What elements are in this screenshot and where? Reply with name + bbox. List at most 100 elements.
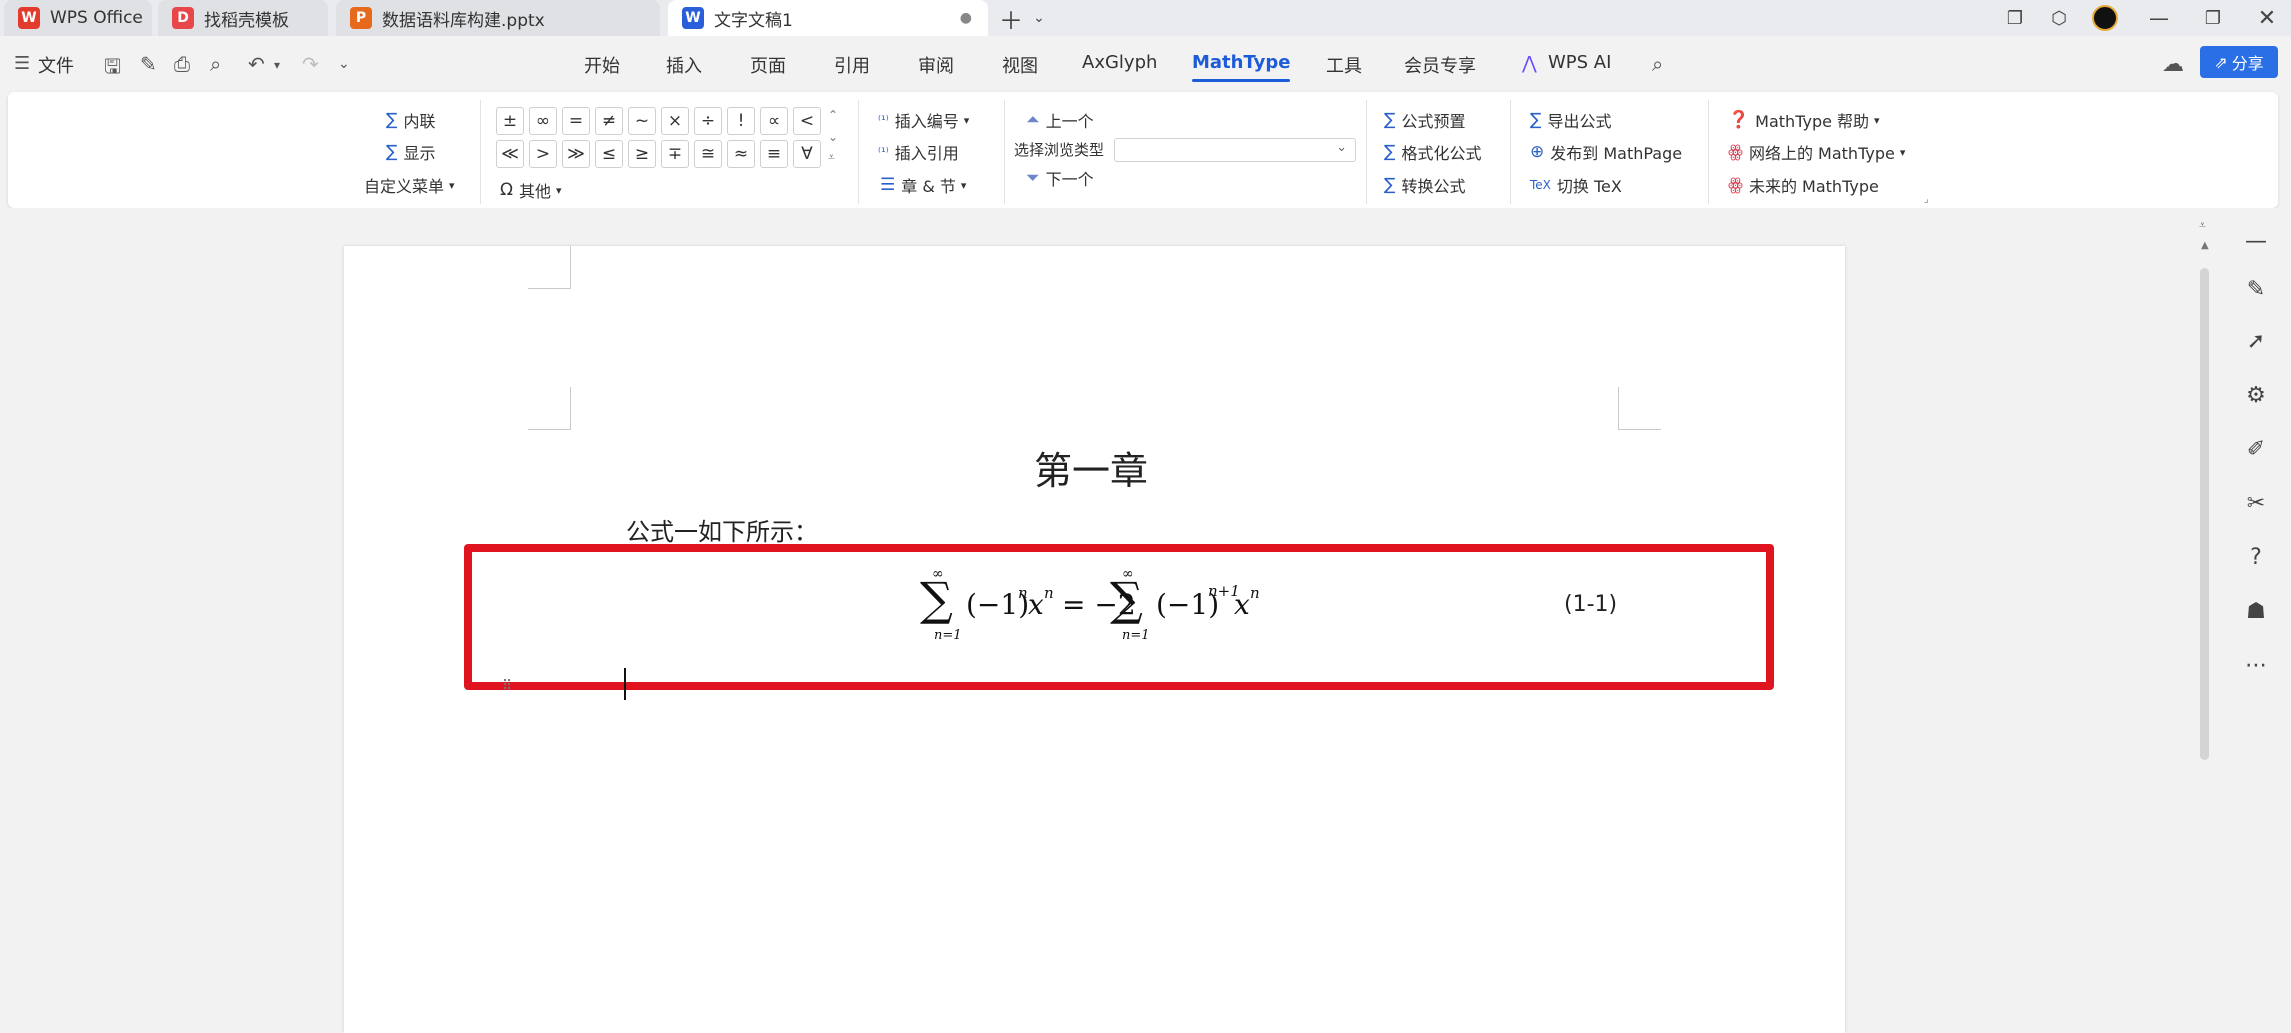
inline-equation-button[interactable]: ∑ 内联 (386, 108, 435, 132)
avatar[interactable] (2090, 4, 2120, 32)
symbol-congruent[interactable]: ≅ (694, 140, 722, 168)
print-preview-icon[interactable]: ⌕ (210, 52, 221, 76)
symbol-for-all[interactable]: ∀ (793, 140, 821, 168)
scroll-up-arrow-icon[interactable]: ▲ (2201, 240, 2209, 251)
chapter-heading[interactable]: 第一章 (1034, 440, 1148, 495)
print-icon[interactable]: ⎙ (174, 52, 190, 76)
insert-reference-button[interactable]: ⁽¹⁾ 插入引用 (878, 140, 959, 164)
toggle-tex-button[interactable]: TeX 切换 TeX (1530, 173, 1622, 197)
tab-list-chevron-icon[interactable]: ⌄ (1024, 4, 1054, 32)
tab-wps-office[interactable]: W WPS Office (4, 0, 152, 36)
share-button[interactable]: ⇗ 分享 (2200, 46, 2278, 78)
shirt-icon[interactable]: ☗ (2243, 598, 2269, 624)
future-mathtype-button[interactable]: ꙮ 未来的 MathType (1728, 173, 1879, 197)
chapter-section-dropdown[interactable]: ☰ 章 & 节 ▾ (880, 173, 966, 197)
intro-paragraph[interactable]: 公式一如下所示： (626, 512, 818, 547)
mathtype-online-dropdown[interactable]: ꙮ 网络上的 MathType ▾ (1728, 140, 1905, 164)
symbol-times[interactable]: × (661, 107, 689, 135)
window-layout-icon[interactable]: ❐ (2000, 4, 2030, 32)
custom-menu-dropdown[interactable]: 自定义菜单 ▾ (364, 173, 455, 197)
file-menu[interactable]: 文件 (38, 52, 74, 78)
export-icon: ∑ (1530, 110, 1542, 130)
tab-references[interactable]: 引用 (834, 52, 870, 78)
minimize-icon[interactable]: — (2144, 4, 2174, 32)
symbol-approx[interactable]: ≈ (727, 140, 755, 168)
symbol-less-equal[interactable]: ≤ (595, 140, 623, 168)
undo-icon[interactable]: ↶ (248, 52, 265, 76)
tab-axglyph[interactable]: AxGlyph (1082, 52, 1157, 73)
symbol-plus-minus[interactable]: ± (496, 107, 524, 135)
writer-icon: W (682, 7, 704, 29)
symbol-not-equal[interactable]: ≠ (595, 107, 623, 135)
scroll-down-icon[interactable]: ⌄ (828, 130, 838, 144)
collapse-icon[interactable]: — (2243, 228, 2269, 254)
symbol-identical[interactable]: ≡ (760, 140, 788, 168)
symbol-minus-plus[interactable]: ∓ (661, 140, 689, 168)
tab-home[interactable]: 开始 (584, 52, 620, 78)
scrollbar-thumb[interactable] (2200, 268, 2209, 760)
tab-view[interactable]: 视图 (1002, 52, 1038, 78)
search-icon[interactable]: ⌕ (1652, 52, 1663, 76)
symbol-tilde[interactable]: ~ (628, 107, 656, 135)
tab-template[interactable]: D 找稻壳模板 (158, 0, 328, 36)
browse-type-select[interactable]: ⌄ (1114, 138, 1356, 162)
symbol-divide[interactable]: ÷ (694, 107, 722, 135)
previous-button[interactable]: ⏶ 上一个 (1026, 108, 1094, 132)
equation-number[interactable]: (1-1) (1564, 592, 1617, 617)
symbol-proportional[interactable]: ∝ (760, 107, 788, 135)
omega-icon: Ω (500, 180, 513, 200)
cloud-upload-icon[interactable]: ☁ (2162, 52, 2184, 77)
other-symbols-dropdown[interactable]: Ω 其他 ▾ (500, 178, 562, 202)
symbol-greater-equal[interactable]: ≥ (628, 140, 656, 168)
symbol-equal[interactable]: = (562, 107, 590, 135)
tab-insert[interactable]: 插入 (666, 52, 702, 78)
undo-chevron-icon[interactable]: ▾ (274, 58, 280, 72)
expand-palette-icon[interactable]: ⩡ (828, 150, 835, 165)
tab-tools[interactable]: 工具 (1326, 52, 1362, 78)
cube-icon[interactable]: ⬡ (2044, 4, 2074, 32)
format-formula-button[interactable]: ∑ 格式化公式 (1384, 140, 1481, 164)
menu-icon[interactable]: ☰ (14, 53, 30, 74)
tab-page[interactable]: 页面 (750, 52, 786, 78)
symbol-much-greater[interactable]: ≫ (562, 140, 590, 168)
unsaved-dot-icon[interactable]: ● (960, 10, 972, 26)
pen-icon[interactable]: ✎ (2243, 276, 2269, 302)
save-icon[interactable]: 🖫 (104, 52, 121, 86)
more-icon[interactable]: ⋯ (2243, 652, 2269, 678)
more-chevron-icon[interactable]: ⌄ (338, 56, 350, 72)
tab-review[interactable]: 审阅 (918, 52, 954, 78)
close-icon[interactable]: ✕ (2252, 4, 2282, 32)
tab-mathtype[interactable]: MathType (1192, 52, 1291, 82)
symbol-factorial[interactable]: ! (727, 107, 755, 135)
new-tab-plus-icon[interactable]: ＋ (996, 4, 1026, 35)
export-formula-button[interactable]: ∑ 导出公式 (1530, 108, 1611, 132)
edit-doc-icon[interactable]: ✐ (2243, 436, 2269, 462)
scroll-top-icon[interactable]: ⩡ (2199, 218, 2206, 233)
formula-preset-button[interactable]: ∑ 公式预置 (1384, 108, 1465, 132)
next-button[interactable]: ⏷ 下一个 (1026, 166, 1094, 190)
ribbon-expand-icon[interactable]: ⌟ (1924, 194, 1929, 205)
tab-pptx[interactable]: P 数据语料库构建.pptx (336, 0, 660, 36)
symbol-infinity[interactable]: ∞ (529, 107, 557, 135)
adjust-sliders-icon[interactable]: ⚙ (2243, 382, 2269, 408)
tools-icon[interactable]: ✂ (2243, 490, 2269, 516)
restore-icon[interactable]: ❐ (2198, 4, 2228, 32)
symbol-less-than[interactable]: < (793, 107, 821, 135)
drag-handle-icon[interactable]: ⠿ (502, 678, 512, 694)
symbol-greater-than[interactable]: > (529, 140, 557, 168)
help-circle-icon[interactable]: ? (2243, 544, 2269, 570)
symbol-much-less[interactable]: ≪ (496, 140, 524, 168)
mathtype-help-dropdown[interactable]: ❓ MathType 帮助 ▾ (1728, 108, 1880, 132)
insert-number-dropdown[interactable]: ⁽¹⁾ 插入编号 ▾ (878, 108, 969, 132)
preset-icon: ∑ (1384, 110, 1396, 130)
convert-formula-button[interactable]: ∑ 转换公式 (1384, 173, 1465, 197)
tab-document[interactable]: W 文字文稿1 ● (668, 0, 988, 36)
display-equation-button[interactable]: ∑ 显示 (386, 140, 435, 164)
publish-mathpage-button[interactable]: ⊕ 发布到 MathPage (1530, 140, 1682, 164)
format-painter-icon[interactable]: ✎ (140, 52, 157, 76)
scroll-up-icon[interactable]: ⌃ (828, 108, 838, 122)
select-cursor-icon[interactable]: ➚ (2243, 328, 2269, 354)
tab-member[interactable]: 会员专享 (1404, 52, 1476, 78)
tab-wps-ai[interactable]: WPS AI (1548, 52, 1611, 73)
equation[interactable]: ∞ ∑ n=1 (−1) n x n = −2 ∞ ∑ n=1 (−1) n+1… (920, 566, 1280, 646)
